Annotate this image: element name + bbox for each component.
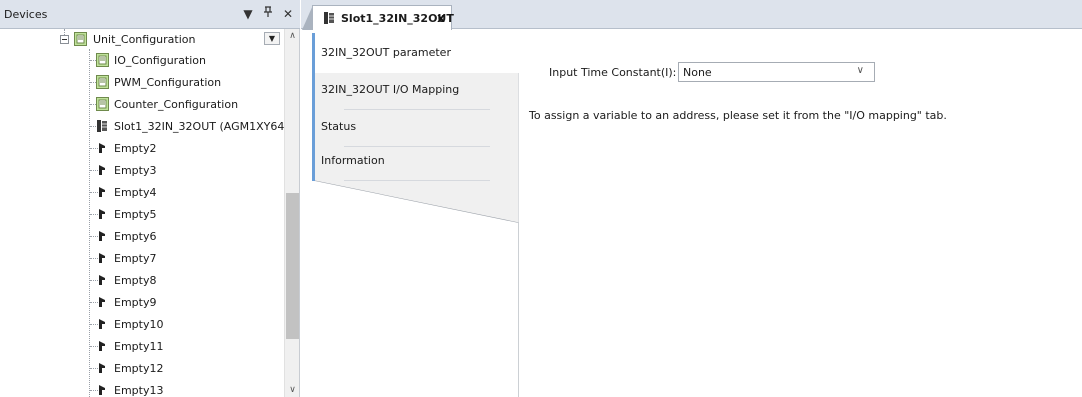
tree-item[interactable]: Empty8 xyxy=(0,270,284,291)
config-icon xyxy=(96,53,109,67)
input-time-constant-label: Input Time Constant(I): xyxy=(549,66,677,79)
tree-item-dropdown-button[interactable]: ▼ xyxy=(264,32,280,45)
tree-item-label: Empty9 xyxy=(114,296,157,309)
tree-item-label: Empty12 xyxy=(114,362,164,375)
tree-item-label: Empty2 xyxy=(114,142,157,155)
empty-slot-icon xyxy=(99,165,105,175)
side-tabs: 32IN_32OUT parameter 32IN_32OUT I/O Mapp… xyxy=(312,33,519,397)
tree-item[interactable]: Empty4 xyxy=(0,182,284,203)
devices-title: Devices xyxy=(4,8,48,21)
side-tab-parameter[interactable]: 32IN_32OUT parameter xyxy=(312,33,519,73)
editor-area: Slot1_32IN_32OUT x 32IN_32OUT parameter … xyxy=(301,0,1082,397)
module-icon xyxy=(324,12,334,24)
side-tab-indicator xyxy=(312,33,315,73)
pin-glyph xyxy=(264,6,272,17)
side-tab-indicator xyxy=(312,141,315,181)
tree-item[interactable]: Empty5 xyxy=(0,204,284,225)
empty-slot-icon xyxy=(99,363,105,373)
input-time-constant-select[interactable]: None ∨ xyxy=(678,62,875,82)
collapse-icon[interactable] xyxy=(60,35,69,44)
tree-item-label: Empty11 xyxy=(114,340,164,353)
empty-slot-icon xyxy=(99,209,105,219)
module-icon xyxy=(97,120,107,132)
tree-item[interactable]: Empty3 xyxy=(0,160,284,181)
pin-icon[interactable] xyxy=(261,6,275,22)
empty-slot-icon xyxy=(99,187,105,197)
config-icon xyxy=(96,75,109,89)
tree-item[interactable]: PWM_Configuration xyxy=(0,72,284,93)
tree-item[interactable]: Empty11 xyxy=(0,336,284,357)
tree-item-label: Empty10 xyxy=(114,318,164,331)
tree-item[interactable]: IO_Configuration xyxy=(0,50,284,71)
tree-item[interactable]: Empty7 xyxy=(0,248,284,269)
devices-tree: Unit_Configuration ▼ IO_Configuration PW… xyxy=(0,29,284,397)
tab-close-icon[interactable]: x xyxy=(435,11,447,25)
tree-item[interactable]: Empty6 xyxy=(0,226,284,247)
tree-item-label: Empty4 xyxy=(114,186,157,199)
close-pane-button[interactable]: ✕ xyxy=(281,6,295,22)
scroll-down-icon[interactable]: ∨ xyxy=(285,383,300,397)
tree-item-label: PWM_Configuration xyxy=(114,76,222,89)
devices-pane: Devices ▼ ✕ Unit_Configuration ▼ IO_Conf… xyxy=(0,0,300,397)
empty-slot-icon xyxy=(99,275,105,285)
empty-slot-icon xyxy=(99,297,105,307)
side-tab-indicator xyxy=(312,70,315,110)
tree-scrollbar[interactable]: ∧ ∨ xyxy=(284,29,299,397)
side-tab-information[interactable]: Information xyxy=(312,141,519,181)
tree-item[interactable]: Counter_Configuration xyxy=(0,94,284,115)
input-time-constant-value: None xyxy=(683,66,712,79)
tree-root-label: Unit_Configuration xyxy=(93,33,196,46)
tree-item-label: Empty7 xyxy=(114,252,157,265)
side-tab-label: 32IN_32OUT parameter xyxy=(321,46,451,59)
tree-item-slot1[interactable]: Slot1_32IN_32OUT (AGM1XY64D2 xyxy=(0,116,284,137)
side-tab-label: Information xyxy=(321,154,385,167)
tree-item-label: Empty6 xyxy=(114,230,157,243)
scroll-up-icon[interactable]: ∧ xyxy=(285,29,300,43)
scroll-thumb[interactable] xyxy=(286,193,299,339)
assign-note: To assign a variable to an address, plea… xyxy=(529,109,947,122)
tree-root-unit-configuration[interactable]: Unit_Configuration ▼ xyxy=(0,29,284,50)
empty-slot-icon xyxy=(99,319,105,329)
empty-slot-icon xyxy=(99,143,105,153)
side-tab-separator xyxy=(344,180,490,181)
tree-item[interactable]: Empty12 xyxy=(0,358,284,379)
tree-item[interactable]: Empty13 xyxy=(0,380,284,397)
side-tab-label: Status xyxy=(321,120,357,133)
tree-item-label: Empty3 xyxy=(114,164,157,177)
pane-menu-button[interactable]: ▼ xyxy=(241,6,255,22)
empty-slot-icon xyxy=(99,253,105,263)
tree-item[interactable]: Empty10 xyxy=(0,314,284,335)
empty-slot-icon xyxy=(99,231,105,241)
editor-tab-strip: Slot1_32IN_32OUT x xyxy=(301,0,1082,30)
tree-item-label: IO_Configuration xyxy=(114,54,207,67)
tree-item-label: Empty8 xyxy=(114,274,157,287)
side-tab-io-mapping[interactable]: 32IN_32OUT I/O Mapping xyxy=(312,70,519,110)
devices-header: Devices ▼ ✕ xyxy=(0,0,300,29)
side-tab-label: 32IN_32OUT I/O Mapping xyxy=(321,83,460,96)
tree-item-label: Empty5 xyxy=(114,208,157,221)
tree-item[interactable]: Empty9 xyxy=(0,292,284,313)
tree-item-label: Counter_Configuration xyxy=(114,98,239,111)
chevron-down-icon[interactable]: ∨ xyxy=(857,65,864,76)
tree-item[interactable]: Empty2 xyxy=(0,138,284,159)
config-icon xyxy=(96,97,109,111)
tab-slot1[interactable]: Slot1_32IN_32OUT x xyxy=(302,5,454,30)
parameter-content: Input Time Constant(I): None ∨ To assign… xyxy=(521,33,1082,397)
tree-item-label: Empty13 xyxy=(114,384,164,397)
config-icon xyxy=(74,32,87,46)
empty-slot-icon xyxy=(99,385,105,395)
empty-slot-icon xyxy=(99,341,105,351)
tree-item-label: Slot1_32IN_32OUT (AGM1XY64D2 xyxy=(114,120,284,133)
